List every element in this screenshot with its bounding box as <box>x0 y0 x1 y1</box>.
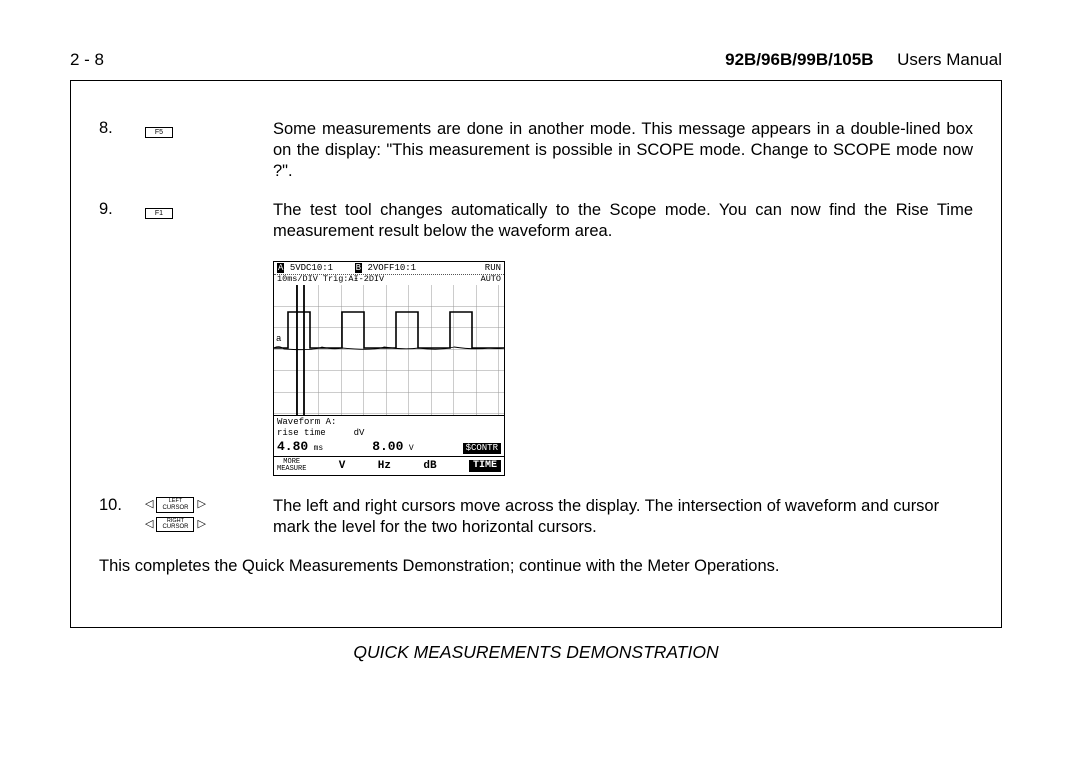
meas-values: 4.80 ms 8.00 V $CONTR <box>277 440 501 454</box>
step-text: The left and right cursors move across t… <box>273 496 973 538</box>
scope-header-line2: 10ms/DIV Trig:AƗ-2DIV AUTO <box>274 275 504 286</box>
right-arrow-icon: ▷ <box>197 499 205 510</box>
rise-time-unit: ms <box>314 444 324 453</box>
dv-label: dV <box>354 429 365 438</box>
meas-title: Waveform A: <box>277 418 501 427</box>
step-8: 8. F5 Some measurements are done in anot… <box>99 119 973 182</box>
step-9: 9. F1 The test tool changes automaticall… <box>99 200 973 242</box>
section-footer: QUICK MEASUREMENTS DEMONSTRATION <box>70 642 1002 663</box>
content-frame: 8. F5 Some measurements are done in anot… <box>70 80 1002 628</box>
v-key: V <box>339 461 346 472</box>
run-status: RUN <box>485 264 501 273</box>
left-cursor-label: LEFT CURSOR <box>156 497 194 513</box>
dv-unit: V <box>409 444 414 453</box>
channel-a-icon: A <box>277 263 284 273</box>
doc-title: Users Manual <box>897 50 1002 69</box>
channel-b-icon: B <box>355 263 362 273</box>
f5-key-icon: F5 <box>145 127 173 138</box>
more-measure-key: MORE MEASURE <box>277 459 306 473</box>
scope-measurement-box: Waveform A: rise time dV 4.80 ms 8.00 V <box>274 415 504 456</box>
meas-labels: rise time dV <box>277 429 501 438</box>
step-10: 10. ◁ LEFT CURSOR ▷ ◁ RIGHT CURSOR <box>99 496 973 538</box>
time-key: TIME <box>469 460 501 472</box>
right-cursor-key: ◁ RIGHT CURSOR ▷ <box>145 517 273 533</box>
chan-a-setting: 5VDC10:1 <box>290 263 333 273</box>
auto-status: AUTO <box>481 275 501 284</box>
timebase-trigger: 10ms/DIV Trig:AƗ-2DIV <box>277 275 384 284</box>
left-arrow-icon: ◁ <box>145 519 153 530</box>
step-number: 9. <box>99 200 145 219</box>
page-header: 2 - 8 92B/96B/99B/105B Users Manual <box>70 50 1002 70</box>
right-arrow-icon: ▷ <box>197 519 205 530</box>
contr-indicator: $CONTR <box>463 443 501 454</box>
dv-value: 8.00 <box>372 439 403 454</box>
scope-softkeys: MORE MEASURE V Hz dB TIME <box>274 456 504 475</box>
model-number: 92B/96B/99B/105B <box>725 50 873 69</box>
rise-time-label: rise time <box>277 429 326 438</box>
page-number: 2 - 8 <box>70 50 104 70</box>
scope-grid: a <box>274 285 504 415</box>
step-number: 10. <box>99 496 145 515</box>
header-right: 92B/96B/99B/105B Users Manual <box>725 50 1002 70</box>
right-cursor-label: RIGHT CURSOR <box>156 517 194 533</box>
key-column: ◁ LEFT CURSOR ▷ ◁ RIGHT CURSOR ▷ <box>145 496 273 536</box>
left-cursor-key: ◁ LEFT CURSOR ▷ <box>145 497 273 513</box>
step-text: The test tool changes automatically to t… <box>273 200 973 242</box>
left-arrow-icon: ◁ <box>145 499 153 510</box>
chan-b-setting: 2VOFF10:1 <box>367 263 416 273</box>
step-number: 8. <box>99 119 145 138</box>
scope-figure: A 5VDC10:1 B 2VOFF10:1 RUN 10ms/DIV Trig… <box>273 261 973 477</box>
closing-text: This completes the Quick Measurements De… <box>99 556 973 577</box>
rise-time-value: 4.80 <box>277 439 308 454</box>
key-column: F1 <box>145 200 273 220</box>
step-text: Some measurements are done in another mo… <box>273 119 973 182</box>
manual-page: 2 - 8 92B/96B/99B/105B Users Manual 8. F… <box>70 50 1002 663</box>
scope-display: A 5VDC10:1 B 2VOFF10:1 RUN 10ms/DIV Trig… <box>273 261 505 477</box>
db-key: dB <box>423 461 436 472</box>
f1-key-icon: F1 <box>145 208 173 219</box>
hz-key: Hz <box>378 461 391 472</box>
scope-header-line1: A 5VDC10:1 B 2VOFF10:1 RUN <box>274 262 504 275</box>
key-column: F5 <box>145 119 273 139</box>
waveform-trace <box>274 285 504 415</box>
